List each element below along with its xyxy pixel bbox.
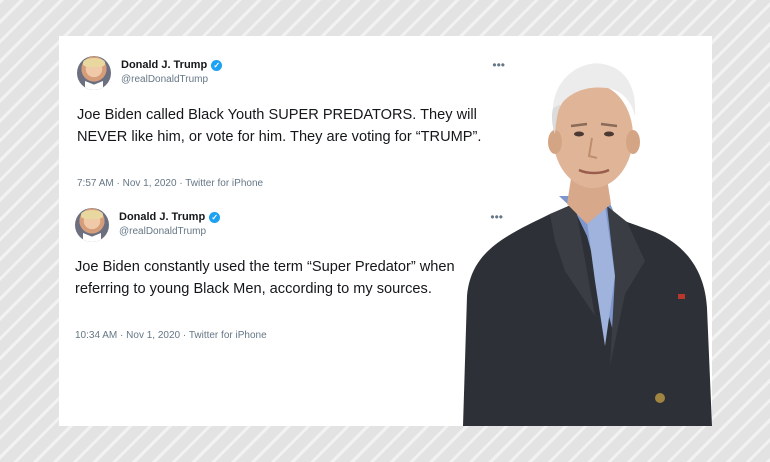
portrait-photo [463,63,712,426]
author-handle[interactable]: @realDonaldTrump [119,226,206,237]
flag-pin-icon [678,294,685,299]
tweet-time[interactable]: 7:57 AM [77,178,114,189]
verified-badge-icon: ✓ [209,211,221,223]
tweet-date[interactable]: Nov 1, 2020 [123,178,177,189]
author-name-row: Donald J. Trump ✓ [121,59,223,71]
author-name[interactable]: Donald J. Trump [121,59,207,71]
author-name-row: Donald J. Trump ✓ [119,211,221,223]
tweet-source: Twitter for iPhone [188,330,267,341]
tweet-date[interactable]: Nov 1, 2020 [126,330,180,341]
tweet-meta: 7:57 AM · Nov 1, 2020 · Twitter for iPho… [77,178,263,189]
tweet-source: Twitter for iPhone [185,178,264,189]
tweet-text: Joe Biden constantly used the term “Supe… [75,259,455,297]
tweet-meta: 10:34 AM · Nov 1, 2020 · Twitter for iPh… [75,330,267,341]
tweet-text: Joe Biden called Black Youth SUPER PREDA… [77,107,482,145]
verified-badge-icon: ✓ [211,59,223,71]
tweet-time[interactable]: 10:34 AM [75,330,117,341]
author-handle[interactable]: @realDonaldTrump [121,74,208,85]
profile-avatar[interactable] [77,56,111,90]
author-name[interactable]: Donald J. Trump [119,211,205,223]
profile-avatar[interactable] [75,208,109,242]
